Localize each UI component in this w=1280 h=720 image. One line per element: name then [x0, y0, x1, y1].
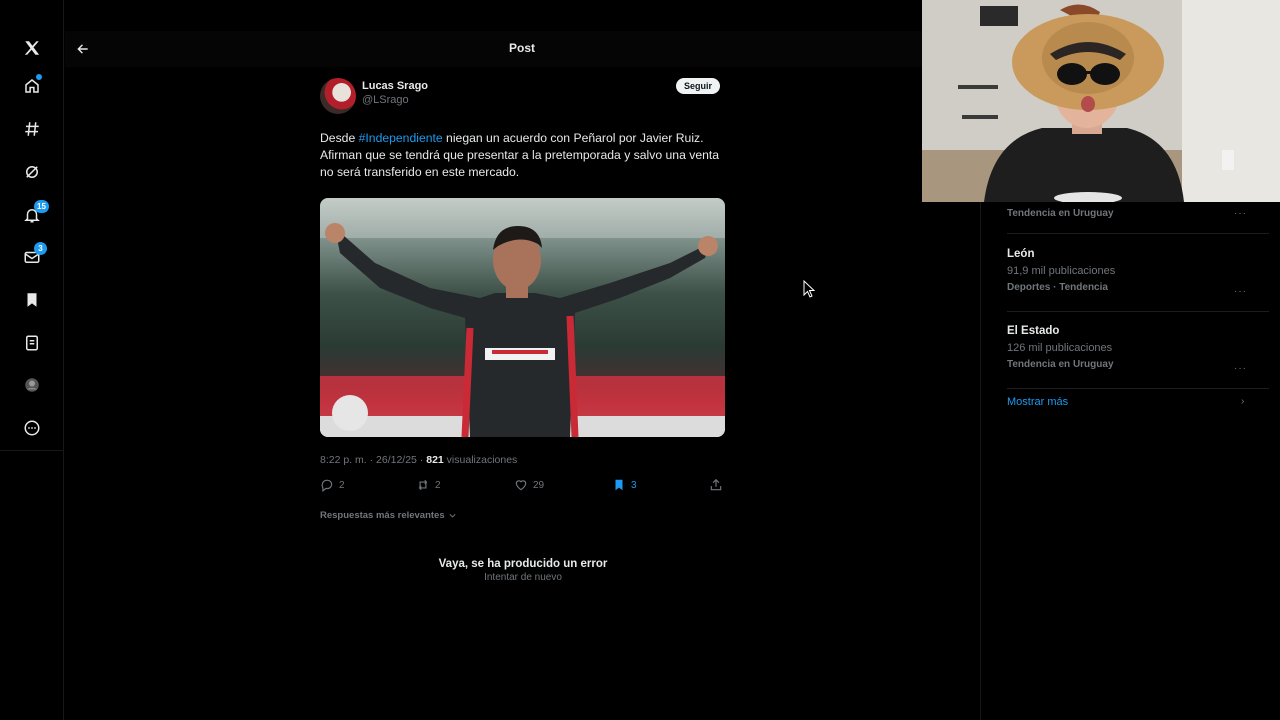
- trend-name: El Estado: [1007, 325, 1060, 337]
- notifications-bell-icon[interactable]: 15: [16, 199, 49, 231]
- replies-sort-label: Respuestas más relevantes: [320, 510, 445, 521]
- x-logo-icon[interactable]: [16, 32, 48, 64]
- trend-meta: Deportes · Tendencia: [1007, 282, 1108, 293]
- reply-button[interactable]: 2: [320, 478, 345, 492]
- error-title: Vaya, se ha producido un error: [438, 558, 608, 570]
- trend-count: 91,9 mil publicaciones: [1007, 265, 1116, 277]
- view-label: visualizaciones: [443, 454, 518, 466]
- repost-button[interactable]: 2: [416, 478, 441, 492]
- chevron-down-icon: [449, 514, 456, 518]
- post-image[interactable]: [320, 198, 725, 437]
- heart-icon: [515, 480, 527, 491]
- bookmark-button[interactable]: 3: [612, 478, 637, 492]
- post-text: Desde #Independiente niegan un acuerdo c…: [320, 130, 724, 181]
- trend-item[interactable]: León 91,9 mil publicaciones Deportes · T…: [1007, 248, 1247, 297]
- share-button[interactable]: [709, 478, 728, 492]
- left-navigation: 15 3: [0, 0, 64, 720]
- more-options-icon[interactable]: [16, 412, 48, 444]
- home-notification-dot: [36, 74, 42, 80]
- trend-more-icon[interactable]: ···: [1234, 363, 1247, 374]
- trend-item[interactable]: Tendencia en Uruguay ···: [1007, 208, 1247, 219]
- replies-sort-dropdown[interactable]: Respuestas más relevantes: [320, 510, 457, 521]
- bookmark-count: 3: [631, 479, 637, 491]
- trend-item[interactable]: El Estado 126 mil publicaciones Tendenci…: [1007, 325, 1247, 374]
- post-text-before: Desde: [320, 131, 359, 145]
- football-player-photo: [320, 198, 725, 437]
- repost-count: 2: [435, 479, 441, 491]
- show-more-link[interactable]: Mostrar más: [1007, 396, 1068, 408]
- retry-link[interactable]: Intentar de nuevo: [320, 572, 726, 583]
- messages-envelope-icon[interactable]: 3: [16, 241, 48, 273]
- author-handle[interactable]: @LSrago: [362, 94, 409, 106]
- trend-more-icon[interactable]: ···: [1234, 286, 1247, 297]
- share-icon: [710, 478, 722, 491]
- profile-avatar-icon[interactable]: [16, 369, 48, 401]
- bookmark-filled-icon: [615, 479, 623, 491]
- reply-count: 2: [339, 479, 345, 491]
- trend-name: León: [1007, 248, 1035, 260]
- trend-divider: [1007, 388, 1269, 389]
- trend-divider: [1007, 311, 1269, 312]
- repost-icon: [418, 479, 428, 491]
- main-column: Post Lucas Srago @LSrago Seguir Desde #I…: [65, 0, 981, 720]
- author-avatar[interactable]: [320, 78, 356, 114]
- post-timestamp[interactable]: 8:22 p. m. · 26/12/25 ·: [320, 454, 426, 466]
- lists-icon[interactable]: [16, 327, 48, 359]
- post-meta: 8:22 p. m. · 26/12/25 · 821 visualizacio…: [320, 454, 517, 466]
- trend-divider: [1007, 233, 1269, 234]
- view-count: 821: [426, 454, 444, 466]
- home-icon[interactable]: [16, 70, 48, 102]
- explore-hashtag-icon[interactable]: [16, 113, 48, 145]
- messages-badge: 3: [34, 242, 47, 255]
- reply-icon: [321, 479, 333, 492]
- post-header: Post: [65, 31, 923, 67]
- notifications-badge: 15: [34, 200, 49, 213]
- replies-error: Vaya, se ha producido un error Intentar …: [320, 558, 726, 583]
- trend-count: 126 mil publicaciones: [1007, 342, 1113, 354]
- webcam-overlay: [922, 0, 1280, 202]
- bookmarks-icon[interactable]: [16, 284, 48, 316]
- like-button[interactable]: 29: [514, 478, 544, 492]
- chevron-right-icon: ›: [1241, 396, 1245, 407]
- hashtag-link[interactable]: #Independiente: [359, 131, 443, 145]
- like-count: 29: [533, 479, 545, 491]
- trend-meta: Tendencia en Uruguay: [1007, 359, 1114, 370]
- trend-more-icon[interactable]: ···: [1234, 208, 1247, 219]
- mouse-cursor-icon: [803, 280, 815, 298]
- streamer-webcam-image: [922, 0, 1280, 202]
- author-name[interactable]: Lucas Srago: [362, 80, 428, 92]
- page-title: Post: [508, 41, 535, 55]
- post-actions: 2 2 29 3: [320, 478, 726, 494]
- nav-divider: [0, 450, 64, 451]
- grok-icon[interactable]: [16, 156, 48, 188]
- follow-button[interactable]: Seguir: [675, 78, 720, 94]
- trend-meta: Tendencia en Uruguay: [1007, 208, 1114, 219]
